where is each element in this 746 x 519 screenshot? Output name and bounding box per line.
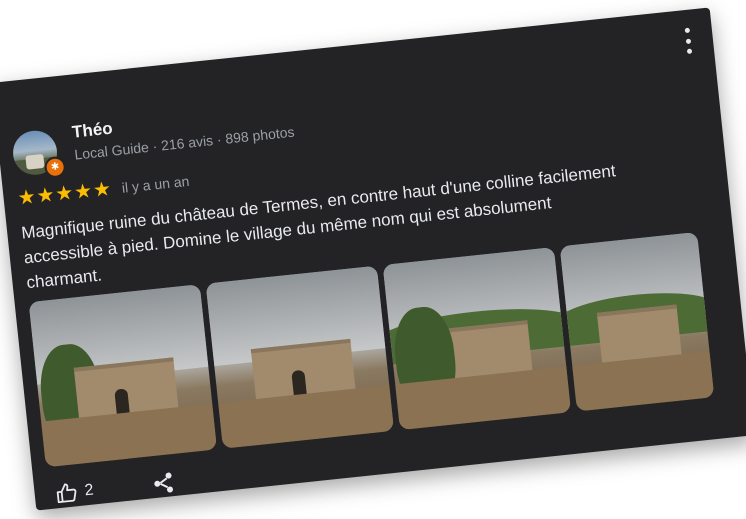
star-icon: ★ (73, 180, 94, 204)
star-icon: ★ (35, 184, 56, 208)
like-count: 2 (83, 481, 95, 500)
thumb-up-icon (56, 483, 77, 504)
more-options-button[interactable] (682, 27, 695, 55)
star-icon: ★ (16, 185, 37, 210)
rating-row: ★ ★ ★ ★ ★ il y a un an (16, 171, 191, 210)
review-photo-3[interactable] (382, 247, 572, 431)
more-vertical-icon-dot-2 (685, 38, 691, 44)
photo-ground (218, 384, 395, 449)
star-icon: ★ (91, 178, 113, 202)
review-photo-1[interactable] (28, 284, 218, 468)
like-button[interactable]: 2 (54, 479, 95, 507)
avatar-figure (25, 153, 45, 170)
screenshot-stage: ✱ Théo Local Guide · 216 avis · 898 phot… (0, 0, 746, 519)
star-icon: ★ (54, 182, 75, 206)
photo-ground (572, 350, 715, 412)
share-icon (154, 472, 173, 493)
review-card: ✱ Théo Local Guide · 216 avis · 898 phot… (0, 7, 746, 511)
more-vertical-icon-dot-3 (686, 48, 692, 55)
more-vertical-icon-dot-1 (684, 27, 690, 34)
review-date: il y a un an (121, 172, 191, 196)
review-photo-4[interactable] (559, 231, 715, 412)
review-actions: 2 (54, 470, 177, 507)
share-button[interactable] (150, 470, 176, 496)
local-guide-badge-icon: ✱ (43, 155, 67, 179)
reviewer-name[interactable]: Théo (71, 119, 113, 143)
review-photo-2[interactable] (205, 265, 395, 449)
